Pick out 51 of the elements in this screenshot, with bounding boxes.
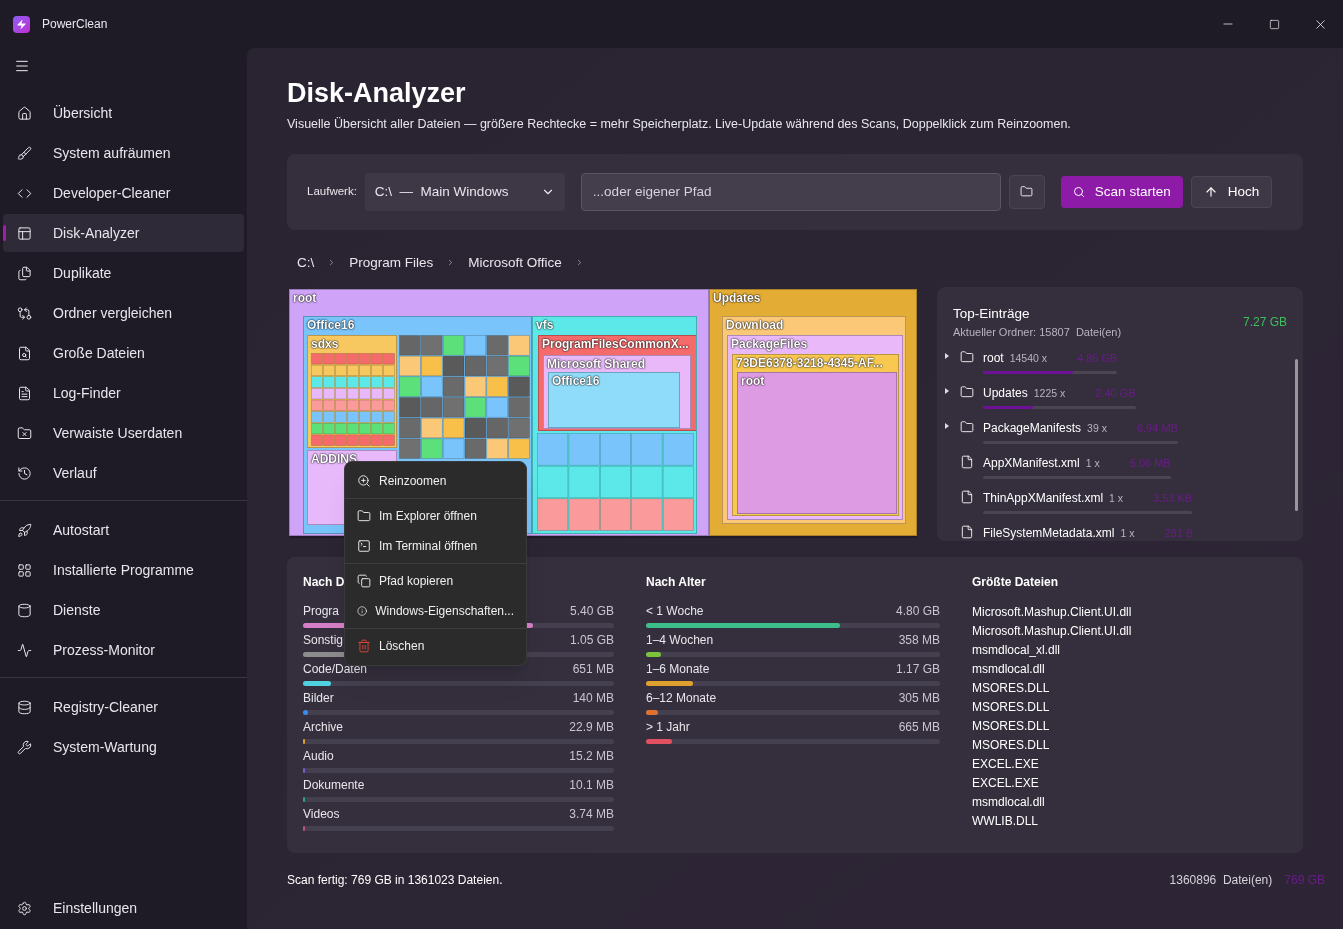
- entry-count: 1 x: [1085, 455, 1100, 471]
- category-label: Bilder: [303, 690, 334, 705]
- category-size: 10.1 MB: [569, 777, 614, 792]
- entry-count: 1 x: [1109, 490, 1124, 506]
- drive-label: Laufwerk:: [307, 184, 357, 200]
- category-label: Audio: [303, 748, 334, 763]
- category-size: 140 MB: [572, 690, 614, 705]
- section-title: Nach Alter: [646, 573, 706, 591]
- entry-size: 6.94 MB: [1136, 420, 1178, 436]
- category-label: Archive: [303, 719, 343, 734]
- category-label: 6–12 Monate: [646, 690, 717, 705]
- page-subtitle: Visuelle Übersicht aller Dateien — größere Rechtecke = mehr Speicherplatz. Live-Update während des Scans, Doppelklick zum Reinzoomen.: [287, 116, 1072, 133]
- category-size: 15.2 MB: [569, 748, 614, 763]
- category-size: 5.40 GB: [569, 603, 614, 618]
- category-label: 1–4 Wochen: [646, 632, 714, 647]
- category-label: Progra: [303, 603, 340, 618]
- entry-count: 14540 x: [1009, 350, 1048, 366]
- category-size: 1.17 GB: [895, 661, 940, 676]
- category-size: 665 MB: [898, 719, 940, 734]
- entry-size: 5.06 MB: [1129, 455, 1171, 471]
- category-label: Videos: [303, 806, 340, 821]
- section-title: Nach D: [303, 573, 345, 591]
- category-size: 22.9 MB: [569, 719, 614, 734]
- category-label: Dokumente: [303, 777, 365, 792]
- category-size: 358 MB: [898, 632, 940, 647]
- entry-count: 1225 x: [1033, 385, 1066, 401]
- section-title: Größte Dateien: [972, 573, 1058, 591]
- category-label: Sonstig: [303, 632, 344, 647]
- entry-size: 4.86 GB: [1077, 350, 1118, 366]
- entry-size: 3.53 KB: [1153, 490, 1193, 506]
- category-size: 3.74 MB: [569, 806, 614, 821]
- entry-size: 281 B: [1164, 525, 1194, 541]
- category-size: 4.80 GB: [895, 603, 940, 618]
- entry-count: 39 x: [1087, 420, 1107, 436]
- category-size: 1.05 GB: [569, 632, 614, 647]
- category-label: 1–6 Monate: [646, 661, 710, 676]
- file-count: 1360896 Datei(en): [1169, 871, 1273, 889]
- entry-count: 1 x: [1120, 525, 1135, 541]
- card-subtitle: Aktueller Ordner: 15807 Datei(en): [953, 325, 1122, 340]
- category-label: > 1 Jahr: [646, 719, 690, 734]
- page-title: Disk-Analyzer: [287, 77, 467, 110]
- entry-size: 2.40 GB: [1095, 385, 1136, 401]
- window-title: PowerClean: [42, 16, 108, 33]
- category-label: Code/Daten: [303, 661, 368, 676]
- scan-status: Scan fertig: 769 GB in 1361023 Dateien.: [287, 871, 503, 889]
- total-size: 7.27 GB: [1242, 313, 1287, 331]
- category-size: 651 MB: [572, 661, 614, 676]
- total-size: 769 GB: [1284, 871, 1325, 889]
- card-title: Top-Einträge: [953, 304, 1031, 323]
- category-label: < 1 Woche: [646, 603, 704, 618]
- category-size: 305 MB: [898, 690, 940, 705]
